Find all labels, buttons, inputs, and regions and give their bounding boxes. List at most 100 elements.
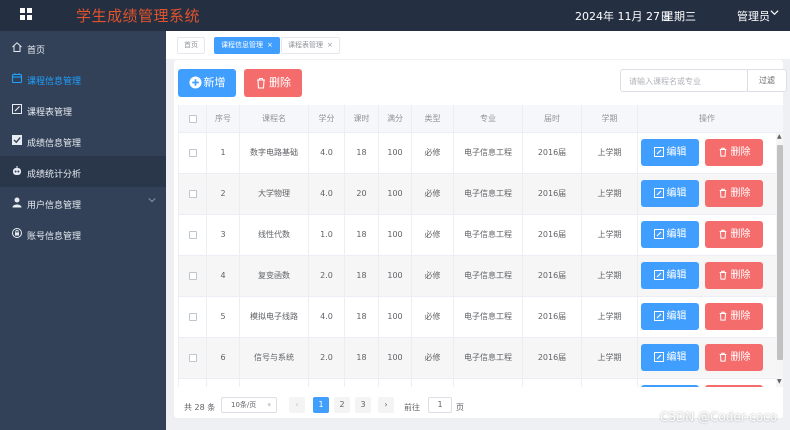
row-select-cell[interactable] [179, 338, 207, 378]
tab-course-info[interactable]: 课程信息管理 × [214, 37, 280, 54]
cell-major: 电子信息工程 [454, 297, 523, 337]
edit-button[interactable]: 编辑 [641, 262, 699, 289]
header-cell: 类型 [412, 105, 454, 132]
cell-term: 上学期 [582, 133, 638, 173]
header-cell: 学期 [582, 105, 638, 132]
delete-button[interactable]: 删除 [705, 303, 763, 330]
bot-icon [11, 165, 23, 177]
next-page-button[interactable]: › [378, 397, 394, 413]
close-icon[interactable]: × [327, 41, 333, 49]
page-1-button[interactable]: 1 [313, 397, 329, 413]
cell-id: 6 [207, 338, 240, 378]
edit-button[interactable]: 编辑 [641, 303, 699, 330]
row-select-cell[interactable] [179, 215, 207, 255]
row-checkbox[interactable] [188, 312, 197, 321]
header-select-all[interactable] [179, 105, 207, 132]
scroll-up-icon[interactable]: ▲ [777, 133, 782, 140]
row-checkbox[interactable] [188, 353, 197, 362]
cell-name: 线性代数 [240, 215, 309, 255]
select-all-checkbox[interactable] [188, 114, 197, 123]
table-row: 3 线性代数 1.0 18 100 必修 电子信息工程 2016届 上学期 编辑 删除 [179, 215, 783, 256]
prev-page-button[interactable]: ‹ [289, 397, 305, 413]
edit-button[interactable]: 编辑 [641, 385, 699, 387]
goto-label: 前往 [404, 403, 420, 412]
table-row: 编辑 删除 [179, 379, 783, 387]
edit-icon [653, 188, 667, 199]
table-scrollbar[interactable]: ▲ ▼ [776, 133, 783, 387]
delete-button[interactable]: 删除 [705, 344, 763, 371]
cell-name: 复变函数 [240, 256, 309, 296]
user-icon [11, 196, 23, 208]
header-cell: 操作 [699, 114, 715, 123]
edit-button[interactable]: 编辑 [641, 344, 699, 371]
sidebar-item-label: 课程表管理 [27, 108, 73, 118]
row-checkbox[interactable] [188, 189, 197, 198]
scroll-down-icon[interactable]: ▼ [777, 378, 782, 385]
table-row: 1 数字电路基础 4.0 18 100 必修 电子信息工程 2016届 上学期 编辑 删除 [179, 133, 783, 174]
course-table: 序号 课程名 学分 课时 满分 类型 专业 届时 学期 操作 1 数字电路基础 4.… [178, 105, 783, 387]
tab-home[interactable]: 首页 [177, 37, 205, 54]
plus-circle-icon [188, 76, 202, 89]
close-icon[interactable]: × [267, 41, 273, 49]
row-select-cell[interactable] [179, 256, 207, 296]
cell-credit: 2.0 [309, 338, 345, 378]
sidebar-item-label: 成绩信息管理 [27, 139, 82, 149]
sidebar-item-course-info[interactable]: 课程信息管理 [0, 63, 166, 94]
edit-button[interactable]: 编辑 [641, 221, 699, 248]
sidebar-item-schedule[interactable]: 课程表管理 [0, 94, 166, 125]
sidebar-item-label: 用户信息管理 [27, 201, 82, 211]
cell-hours: 18 [345, 297, 379, 337]
row-checkbox[interactable] [188, 230, 197, 239]
delete-button[interactable]: 删除 [705, 221, 763, 248]
tab-schedule[interactable]: 课程表管理 × [281, 37, 340, 54]
sidebar-item-stats[interactable]: 成绩统计分析 [0, 156, 166, 187]
cell-name: 数字电路基础 [240, 133, 309, 173]
cell-year: 2016届 [523, 338, 582, 378]
search-input[interactable]: 请输入课程名或专业 [620, 69, 748, 92]
batch-delete-button[interactable]: 删除 [244, 69, 302, 97]
goto-page-input[interactable]: 1 [428, 397, 452, 413]
cell-full: 100 [379, 256, 412, 296]
sidebar-item-label: 账号信息管理 [27, 232, 82, 242]
menu-grid-icon[interactable] [20, 8, 34, 22]
chevron-down-icon[interactable] [770, 8, 779, 20]
delete-button[interactable]: 删除 [705, 385, 763, 387]
cell-type: 必修 [412, 338, 454, 378]
row-checkbox[interactable] [188, 148, 197, 157]
row-select-cell[interactable] [179, 133, 207, 173]
row-checkbox[interactable] [188, 271, 197, 280]
delete-button[interactable]: 删除 [705, 139, 763, 166]
edit-button[interactable]: 编辑 [641, 180, 699, 207]
cell-term: 上学期 [582, 174, 638, 214]
cell-credit [309, 379, 345, 387]
trash-icon [718, 270, 731, 281]
filter-button[interactable]: 过滤 [747, 69, 787, 92]
user-menu[interactable]: 管理员 [737, 8, 770, 24]
delete-button[interactable]: 删除 [705, 262, 763, 289]
page-2-button[interactable]: 2 [334, 397, 350, 413]
sidebar-item-users[interactable]: 用户信息管理 [0, 187, 166, 218]
row-select-cell[interactable] [179, 379, 207, 387]
sidebar-item-home[interactable]: 首页 [0, 32, 166, 63]
cell-type: 必修 [412, 256, 454, 296]
edit-button-label: 编辑 [666, 352, 687, 363]
cell-credit: 1.0 [309, 215, 345, 255]
delete-button[interactable]: 删除 [705, 180, 763, 207]
row-select-cell[interactable] [179, 297, 207, 337]
chevron-down-icon[interactable] [148, 196, 156, 206]
sidebar-item-accounts[interactable]: 账号信息管理 [0, 218, 166, 249]
cell-year: 2016届 [523, 215, 582, 255]
sidebar-item-grades[interactable]: 成绩信息管理 [0, 125, 166, 156]
lock-icon [11, 227, 23, 239]
watermark: CSDN @Coder-coco [660, 410, 778, 424]
edit-button[interactable]: 编辑 [641, 139, 699, 166]
row-select-cell[interactable] [179, 174, 207, 214]
cell-actions: 编辑 删除 [638, 297, 776, 337]
page-size-select[interactable]: 10条/页 ▾ [221, 397, 277, 413]
cell-type: 必修 [412, 215, 454, 255]
scroll-thumb[interactable] [777, 145, 783, 360]
page-3-button[interactable]: 3 [355, 397, 371, 413]
chevron-down-icon: ▾ [267, 401, 271, 409]
edit-button-label: 编辑 [666, 229, 687, 240]
add-button[interactable]: 新增 [178, 69, 236, 97]
